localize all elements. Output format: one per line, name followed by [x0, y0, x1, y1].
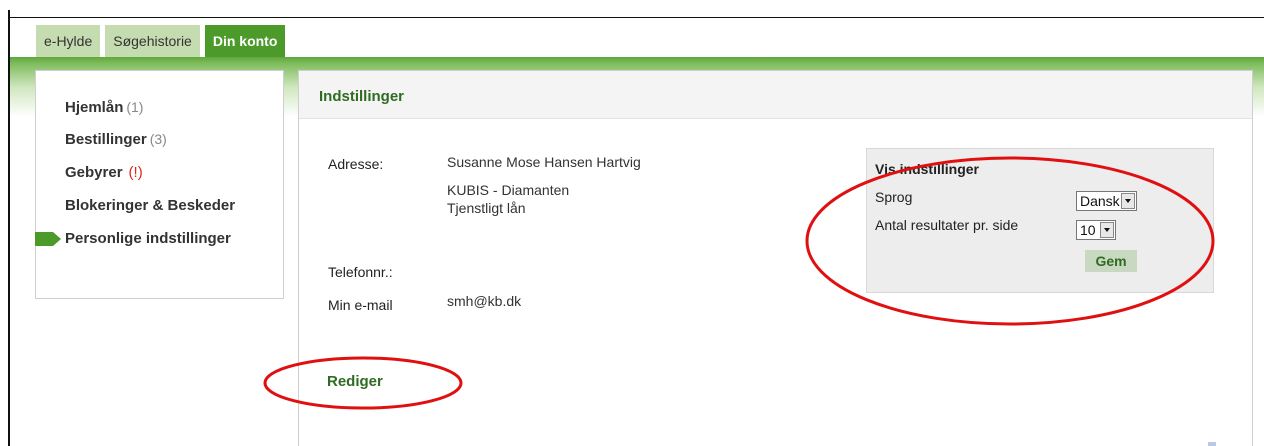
- address-line-2: KUBIS - Diamanten: [447, 182, 570, 198]
- address-line-3: Tjenstligt lån: [447, 200, 526, 216]
- display-settings-box: Vis indstillinger Sprog Dansk Antal resu…: [866, 148, 1214, 293]
- chevron-down-icon[interactable]: [1100, 222, 1114, 238]
- fee-warning: (!): [128, 164, 143, 181]
- language-select[interactable]: Dansk: [1076, 191, 1137, 211]
- sidebar-item-gebyrer[interactable]: Gebyrer (!): [65, 164, 143, 181]
- language-label: Sprog: [875, 189, 913, 205]
- window-top-border: [10, 17, 1264, 18]
- tab-e-hylde[interactable]: e-Hylde: [36, 25, 101, 57]
- sidebar-item-blokeringer[interactable]: Blokeringer & Beskeder: [65, 197, 235, 214]
- scrollbar-fragment: [1208, 442, 1216, 446]
- results-per-page-select[interactable]: 10: [1076, 220, 1116, 240]
- order-count: (3): [149, 131, 167, 147]
- chevron-down-icon[interactable]: [1121, 193, 1135, 209]
- display-settings-title: Vis indstillinger: [875, 161, 979, 177]
- sidebar-item-label: Personlige indstillinger: [65, 230, 231, 247]
- sidebar-item-hjemlaan[interactable]: Hjemlån (1): [65, 99, 143, 116]
- sidebar-item-bestillinger[interactable]: Bestillinger (3): [65, 131, 167, 148]
- sidebar-item-label: Bestillinger: [65, 131, 147, 148]
- results-per-page-label: Antal resultater pr. side: [875, 217, 1019, 233]
- active-arrow-icon: [35, 232, 61, 246]
- settings-panel: Indstillinger Adresse: Susanne Mose Hans…: [298, 70, 1253, 446]
- sidebar-item-label: Gebyrer: [65, 164, 123, 181]
- top-tabs: e-Hylde Søgehistorie Din konto: [36, 25, 290, 57]
- page-title: Indstillinger: [319, 88, 405, 105]
- language-selected-value: Dansk: [1080, 193, 1120, 209]
- tab-din-konto[interactable]: Din konto: [204, 25, 286, 57]
- address-name: Susanne Mose Hansen Hartvig: [447, 154, 641, 170]
- email-value: smh@kb.dk: [447, 293, 522, 309]
- save-button[interactable]: Gem: [1085, 250, 1137, 272]
- email-label: Min e-mail: [328, 297, 393, 313]
- sidebar-item-label: Blokeringer & Beskeder: [65, 197, 236, 214]
- sidebar-item-label: Hjemlån: [65, 99, 124, 116]
- results-selected-value: 10: [1080, 222, 1096, 238]
- panel-header: Indstillinger: [299, 71, 1252, 119]
- address-label: Adresse:: [328, 156, 384, 172]
- tab-soegehistorie[interactable]: Søgehistorie: [105, 25, 200, 57]
- account-sidebar: Hjemlån (1) Bestillinger (3) Gebyrer (!) Bl…: [35, 70, 284, 299]
- sidebar-item-personlige-indstillinger[interactable]: Personlige indstillinger: [65, 230, 231, 247]
- phone-label: Telefonnr.:: [328, 264, 393, 280]
- edit-link[interactable]: Rediger: [327, 373, 383, 390]
- loan-count: (1): [126, 99, 144, 115]
